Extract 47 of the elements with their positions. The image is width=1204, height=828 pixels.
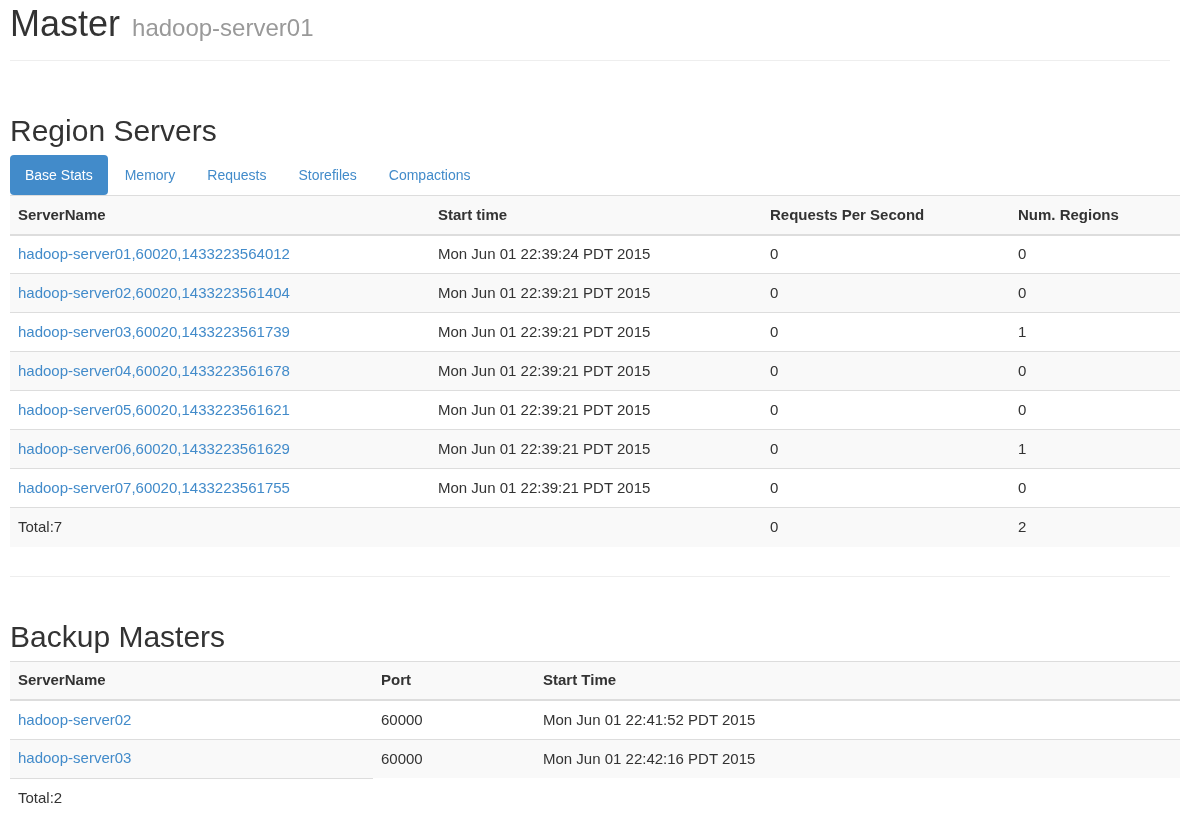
table-cell: Mon Jun 01 22:41:52 PDT 2015: [543, 710, 756, 728]
table-cell: 0: [1018, 245, 1027, 262]
table-cell: Mon Jun 01 22:39:24 PDT 2015: [438, 245, 651, 262]
server-link[interactable]: hadoop-server04,60020,1433223561678: [18, 361, 290, 379]
table-cell: 0: [770, 361, 779, 379]
total-cell: 2: [1018, 518, 1027, 535]
server-link[interactable]: hadoop-server02: [18, 710, 132, 728]
total-cell: Total:2: [18, 788, 63, 806]
server-link[interactable]: hadoop-server03: [18, 749, 132, 767]
table-cell: 0: [1018, 361, 1027, 379]
server-link[interactable]: hadoop-server01,60020,1433223564012: [18, 245, 290, 262]
section-title: Backup Masters: [10, 618, 227, 655]
column-header: Requests Per Second: [762, 195, 1010, 235]
server-link[interactable]: hadoop-server03,60020,1433223561739: [18, 322, 290, 340]
table-cell: 0: [770, 478, 779, 496]
total-cell: Total:7: [18, 518, 63, 535]
table-cell: Mon Jun 01 22:39:21 PDT 2015: [438, 361, 651, 379]
table-cell: 60000: [381, 710, 423, 728]
table-cell: Mon Jun 01 22:39:21 PDT 2015: [438, 283, 651, 301]
total-cell: 0: [770, 518, 779, 535]
column-header: Num. Regions: [1010, 195, 1180, 235]
column-header: ServerName: [10, 195, 430, 235]
table-cell: 0: [1018, 400, 1027, 418]
server-link[interactable]: hadoop-server06,60020,1433223561629: [18, 439, 290, 457]
page-title: Master: [10, 4, 121, 44]
table-cell: 0: [1018, 478, 1027, 496]
section-title: Region Servers: [10, 113, 218, 149]
server-link[interactable]: hadoop-server05,60020,1433223561621: [18, 400, 290, 418]
table-cell: Mon Jun 01 22:39:21 PDT 2015: [438, 439, 651, 457]
table-cell: 0: [770, 322, 779, 340]
table-cell: Mon Jun 01 22:39:21 PDT 2015: [438, 400, 651, 418]
table-cell: Mon Jun 01 22:39:21 PDT 2015: [438, 478, 651, 496]
table-cell: 0: [770, 283, 779, 301]
tab[interactable]: Base Stats: [10, 155, 108, 195]
table-cell: Mon Jun 01 22:39:21 PDT 2015: [438, 322, 651, 340]
server-link[interactable]: hadoop-server07,60020,1433223561755: [18, 478, 290, 496]
table-cell: 1: [1018, 439, 1027, 457]
table-cell: 1: [1018, 322, 1027, 340]
table-cell: 60000: [381, 749, 423, 767]
table-cell: 0: [770, 245, 779, 262]
page-subtitle: hadoop-server01: [132, 13, 314, 43]
table-cell: 0: [770, 439, 779, 457]
table-cell: 0: [770, 400, 779, 418]
table-cell: Mon Jun 01 22:42:16 PDT 2015: [543, 749, 756, 767]
table-cell: 0: [1018, 283, 1027, 301]
column-header: Start time: [430, 195, 762, 235]
server-link[interactable]: hadoop-server02,60020,1433223561404: [18, 283, 290, 301]
